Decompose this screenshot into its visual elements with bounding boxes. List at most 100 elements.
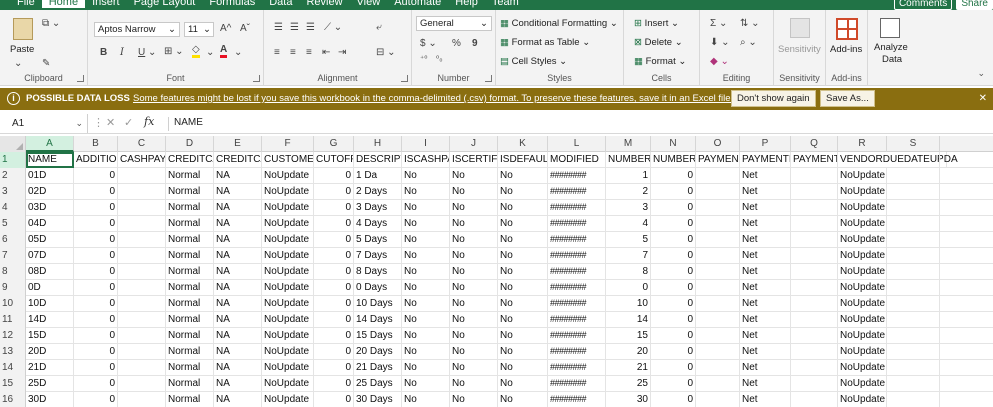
cell[interactable]: No <box>498 248 548 264</box>
cell[interactable] <box>887 344 940 360</box>
cell[interactable]: 0 <box>651 312 696 328</box>
cell[interactable]: NoUpdate <box>262 264 314 280</box>
cell[interactable]: 0 <box>314 328 354 344</box>
cell[interactable] <box>887 248 940 264</box>
row-header[interactable]: 10 <box>0 296 26 312</box>
cell[interactable]: Net <box>740 200 791 216</box>
cell[interactable]: No <box>498 296 548 312</box>
name-box-chevron-icon[interactable]: ⌄ <box>75 114 83 133</box>
cell[interactable] <box>791 344 838 360</box>
cell[interactable]: NA <box>214 280 262 296</box>
align-left-icon[interactable]: ≡ <box>274 47 280 58</box>
cell[interactable] <box>118 184 166 200</box>
cell[interactable] <box>887 392 940 407</box>
cell[interactable]: 0 <box>651 296 696 312</box>
fill-chevron-icon[interactable]: ⌄ <box>206 47 214 58</box>
cell[interactable]: No <box>402 392 450 407</box>
header-cell[interactable]: CASHPAYP <box>118 152 166 168</box>
cell[interactable]: Normal <box>166 392 214 407</box>
row-header[interactable]: 2 <box>0 168 26 184</box>
tab-automate[interactable]: Automate <box>387 0 448 8</box>
cell[interactable] <box>791 248 838 264</box>
cell[interactable] <box>118 248 166 264</box>
cell[interactable]: ######## <box>548 376 606 392</box>
column-header-n[interactable]: N <box>651 136 696 152</box>
cell[interactable] <box>696 360 740 376</box>
cell[interactable]: NA <box>214 216 262 232</box>
cell[interactable]: 0 <box>314 248 354 264</box>
insert-cells-button[interactable]: ⊞ Insert ⌄ <box>634 18 679 29</box>
cell[interactable] <box>696 264 740 280</box>
cell[interactable]: Normal <box>166 344 214 360</box>
autosum-icon[interactable]: Σ ⌄ <box>710 18 727 29</box>
row-header[interactable]: 11 <box>0 312 26 328</box>
cell[interactable]: 0 Days <box>354 280 402 296</box>
tab-formulas[interactable]: Formulas <box>202 0 262 8</box>
cell[interactable]: Net <box>740 376 791 392</box>
cell[interactable]: 20D <box>26 344 74 360</box>
cell[interactable]: 0 <box>651 280 696 296</box>
message-bar-link[interactable]: Some features might be lost if you save … <box>133 93 763 104</box>
cell[interactable]: Net <box>740 296 791 312</box>
cell[interactable]: 5 <box>606 232 651 248</box>
header-cell[interactable]: MODIFIED <box>548 152 606 168</box>
cell[interactable]: 0 <box>74 296 118 312</box>
cell[interactable]: 20 <box>606 344 651 360</box>
cell[interactable]: No <box>450 312 498 328</box>
cell[interactable]: 0 <box>314 376 354 392</box>
cell[interactable]: 0 <box>314 344 354 360</box>
copy-icon[interactable]: ⧉ ⌄ <box>42 18 60 29</box>
cell[interactable]: 05D <box>26 232 74 248</box>
cell[interactable]: NA <box>214 344 262 360</box>
cell[interactable]: NA <box>214 376 262 392</box>
conditional-formatting-button[interactable]: ▦ Conditional Formatting ⌄ <box>500 18 618 29</box>
cell[interactable] <box>791 312 838 328</box>
cell[interactable]: 3 Days <box>354 200 402 216</box>
cell[interactable]: No <box>498 328 548 344</box>
cell[interactable]: No <box>402 376 450 392</box>
cell[interactable]: 0 <box>314 312 354 328</box>
spreadsheet-grid[interactable]: ABCDEFGHIJKLMNOPQRS 1NAMEADDITIONACASHPA… <box>0 136 993 407</box>
column-header-a[interactable]: A <box>26 136 74 152</box>
cell[interactable]: No <box>498 280 548 296</box>
cell[interactable]: 14 <box>606 312 651 328</box>
cell[interactable]: NA <box>214 168 262 184</box>
cell[interactable]: 3 <box>606 200 651 216</box>
cell[interactable]: No <box>498 168 548 184</box>
cell[interactable]: 0 <box>651 232 696 248</box>
cell[interactable]: 0 <box>74 216 118 232</box>
cell[interactable]: NoUpdate <box>838 248 887 264</box>
column-header-b[interactable]: B <box>74 136 118 152</box>
cell[interactable] <box>118 328 166 344</box>
tab-page-layout[interactable]: Page Layout <box>127 0 203 8</box>
cell[interactable]: 07D <box>26 248 74 264</box>
cell[interactable] <box>791 232 838 248</box>
cell[interactable]: No <box>402 264 450 280</box>
tab-view[interactable]: View <box>350 0 388 8</box>
cell[interactable]: 14D <box>26 312 74 328</box>
cell[interactable] <box>118 344 166 360</box>
cell[interactable]: 01D <box>26 168 74 184</box>
cell[interactable]: NoUpdate <box>838 200 887 216</box>
cell[interactable] <box>887 376 940 392</box>
cell[interactable] <box>118 296 166 312</box>
cell[interactable]: Normal <box>166 184 214 200</box>
addins-icon[interactable] <box>836 18 858 40</box>
cell[interactable]: Normal <box>166 328 214 344</box>
cell[interactable]: No <box>402 312 450 328</box>
cell[interactable]: 30 <box>606 392 651 407</box>
enter-icon[interactable]: ✓ <box>124 116 133 129</box>
cell[interactable]: NoUpdate <box>262 376 314 392</box>
column-header-g[interactable]: G <box>314 136 354 152</box>
cell[interactable]: No <box>402 216 450 232</box>
cell[interactable]: 21 <box>606 360 651 376</box>
cell[interactable]: NA <box>214 264 262 280</box>
cell[interactable]: ######## <box>548 328 606 344</box>
cell[interactable]: Net <box>740 216 791 232</box>
row-header[interactable]: 15 <box>0 376 26 392</box>
cell[interactable]: 10D <box>26 296 74 312</box>
cell[interactable]: 0 <box>74 168 118 184</box>
cell[interactable]: NoUpdate <box>838 232 887 248</box>
row-header[interactable]: 1 <box>0 152 26 168</box>
column-header-l[interactable]: L <box>548 136 606 152</box>
